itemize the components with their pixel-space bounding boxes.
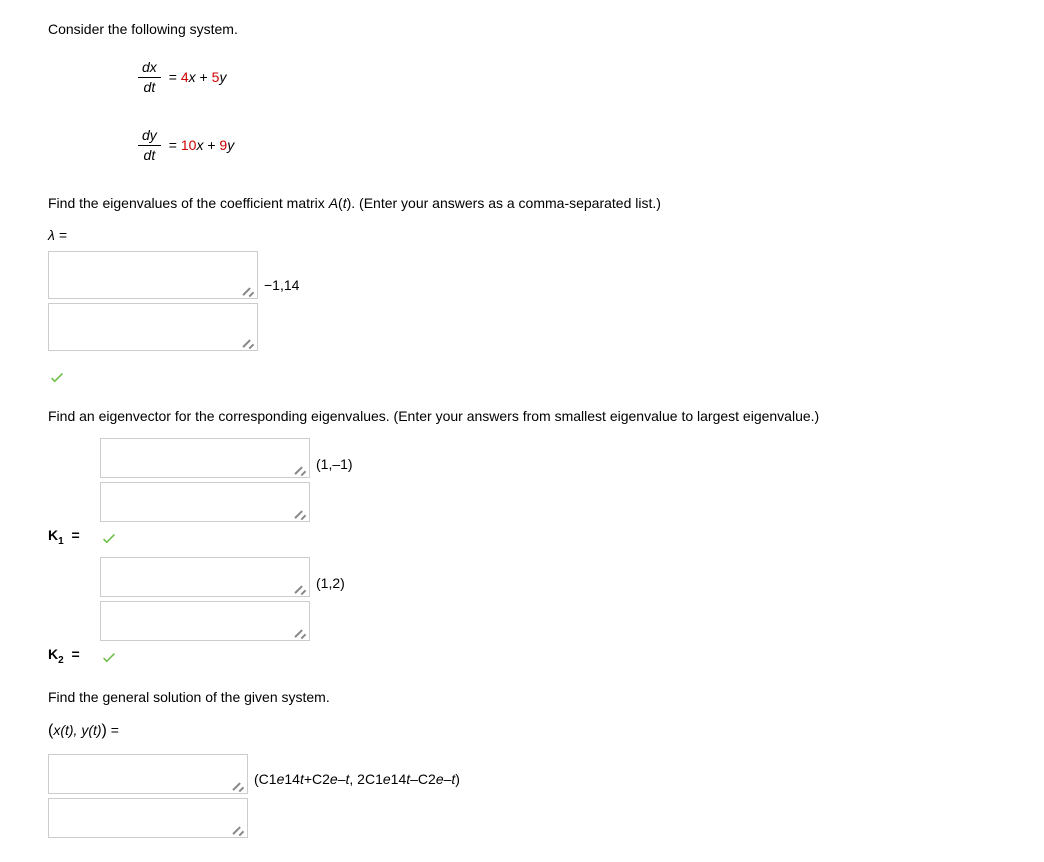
- resize-handle-icon[interactable]: [293, 580, 305, 592]
- lambda-label: λ =: [48, 226, 996, 246]
- checkmark-icon: [48, 368, 66, 386]
- coef-c: 10: [181, 137, 197, 153]
- eigenvalues-prompt: Find the eigenvalues of the coefficient …: [48, 194, 996, 214]
- resize-handle-icon[interactable]: [241, 334, 253, 346]
- eq2-numerator: dy: [138, 126, 161, 147]
- intro-text: Consider the following system.: [48, 20, 996, 40]
- k2-label: K2 =: [48, 645, 92, 668]
- lambda-input-1[interactable]: [48, 251, 258, 299]
- k1-label: K1 =: [48, 526, 92, 549]
- eq1-numerator: dx: [138, 58, 161, 79]
- k2-input-2[interactable]: [100, 601, 310, 641]
- eq2-denominator: dt: [138, 146, 161, 166]
- general-input-1[interactable]: [48, 754, 248, 794]
- resize-handle-icon[interactable]: [293, 505, 305, 517]
- lambda-answer: −1,14: [264, 276, 299, 300]
- general-lhs: (x(t), y(t)) =: [48, 720, 996, 742]
- equation-2: dy dt = 10x + 9y: [138, 126, 996, 166]
- k1-input-1[interactable]: [100, 438, 310, 478]
- coef-a: 4: [181, 69, 189, 85]
- lambda-input-2[interactable]: [48, 303, 258, 351]
- eq1-denominator: dt: [138, 78, 161, 98]
- general-solution-prompt: Find the general solution of the given s…: [48, 688, 996, 708]
- checkmark-icon: [100, 648, 118, 666]
- resize-handle-icon[interactable]: [231, 821, 243, 833]
- k2-input-1[interactable]: [100, 557, 310, 597]
- checkmark-icon: [100, 529, 118, 547]
- resize-handle-icon[interactable]: [231, 777, 243, 789]
- k1-answer: (1,–1): [316, 455, 353, 479]
- general-answer: (C1e14t+C2e–t, 2C1e14t–C2e–t): [254, 770, 460, 794]
- equation-block: dx dt = 4x + 5y dy dt = 10x + 9y: [138, 58, 996, 166]
- general-input-2[interactable]: [48, 798, 248, 838]
- k1-input-2[interactable]: [100, 482, 310, 522]
- eigenvector-prompt: Find an eigenvector for the correspondin…: [48, 407, 996, 427]
- resize-handle-icon[interactable]: [293, 624, 305, 636]
- equation-1: dx dt = 4x + 5y: [138, 58, 996, 98]
- resize-handle-icon[interactable]: [293, 461, 305, 473]
- k2-answer: (1,2): [316, 574, 345, 598]
- resize-handle-icon[interactable]: [241, 282, 253, 294]
